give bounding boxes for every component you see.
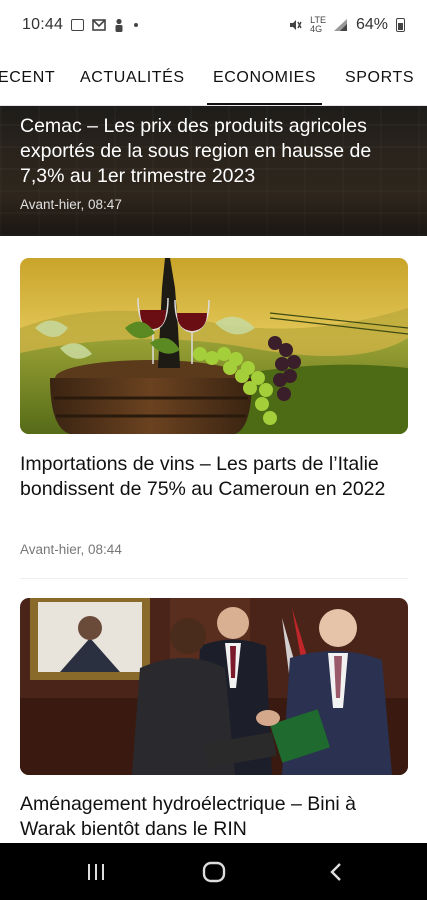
back-button[interactable] — [306, 843, 366, 900]
article-image-handshake[interactable] — [20, 598, 408, 775]
hero-time: Avant-hier, 08:47 — [20, 197, 122, 212]
home-icon — [202, 861, 226, 882]
status-time: 10:44 — [22, 16, 64, 33]
wine-illustration — [20, 258, 408, 434]
image-icon — [71, 19, 85, 31]
hero-title: Cemac – Les prix des produits agricoles … — [20, 115, 372, 187]
article-time: Avant-hier, 08:44 — [20, 542, 122, 557]
status-right: LTE 4G 64% — [288, 16, 405, 34]
article-image-wine[interactable] — [20, 258, 408, 434]
category-tabs: ECENT ACTUALITÉS ECONOMIES SPORTS — [0, 50, 427, 106]
article-title[interactable]: Aménagement hydroélectrique – Bini à War… — [20, 792, 409, 842]
tab-sports[interactable]: SPORTS — [345, 50, 414, 105]
mute-icon — [290, 20, 302, 30]
network-type: LTE 4G — [310, 16, 326, 34]
system-navigation-bar — [0, 843, 427, 900]
notification-dot-icon — [134, 23, 139, 27]
battery-icon — [396, 18, 405, 32]
divider — [20, 578, 408, 579]
network-sublabel: 4G — [310, 24, 323, 34]
back-icon — [330, 862, 341, 881]
article-title[interactable]: Importations de vins – Les parts de l’It… — [20, 452, 409, 502]
status-bar: 10:44 LTE 4G 64% — [0, 0, 427, 50]
recents-button[interactable] — [66, 843, 126, 900]
status-left: 10:44 — [22, 16, 139, 34]
recents-icon — [88, 863, 104, 880]
tab-actualites[interactable]: ACTUALITÉS — [80, 50, 185, 105]
hero-article[interactable]: Cemac – Les prix des produits agricoles … — [0, 106, 427, 236]
battery-percent: 64% — [355, 16, 388, 33]
tab-economies[interactable]: ECONOMIES — [206, 50, 323, 105]
signal-icon — [333, 19, 347, 31]
person-icon — [115, 18, 123, 32]
mail-icon — [92, 19, 106, 31]
home-button[interactable] — [184, 843, 244, 900]
handshake-photo — [20, 598, 408, 775]
tab-recent[interactable]: ECENT — [0, 50, 55, 105]
